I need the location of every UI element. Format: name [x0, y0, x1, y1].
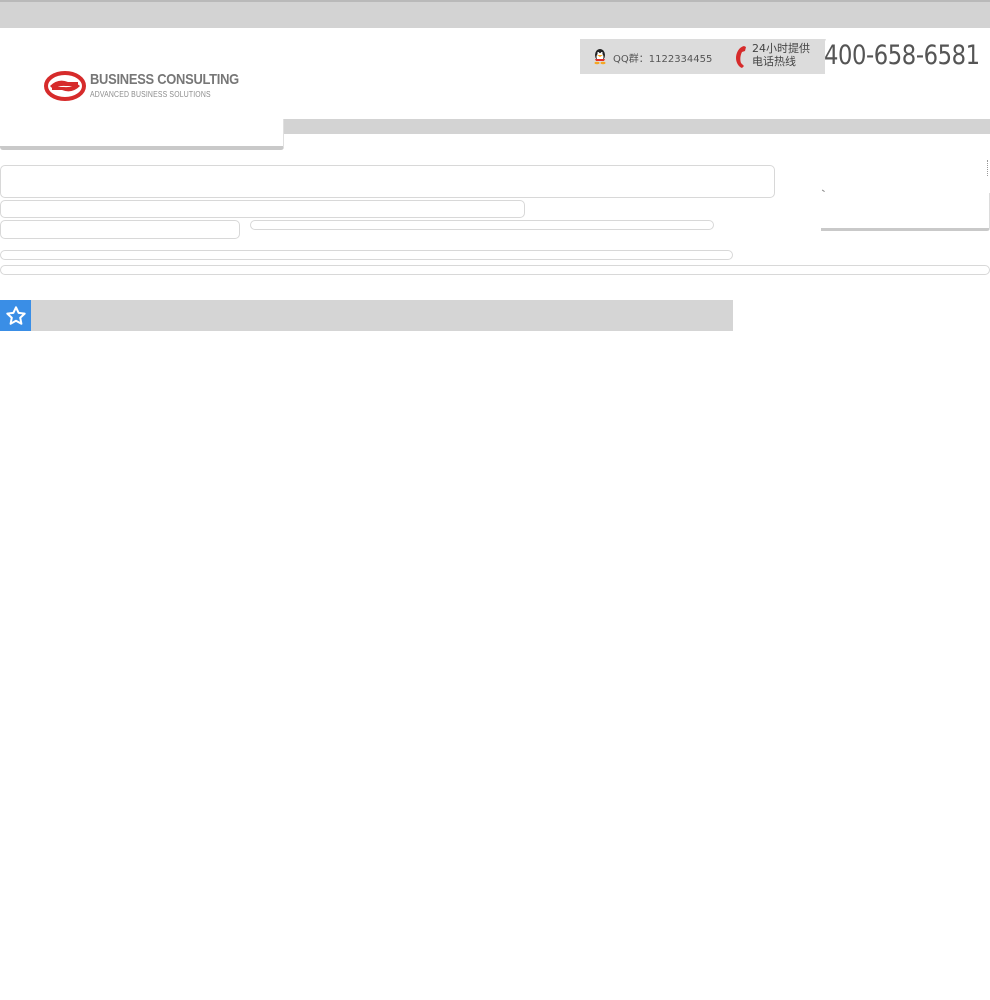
star-icon [5, 305, 26, 325]
hotline-text: 24小时提供 电话热线 [752, 42, 810, 68]
content-placeholder-line [0, 200, 525, 218]
content-placeholder-thin [250, 220, 714, 230]
qq-penguin-icon[interactable] [591, 47, 609, 65]
logo-title: BUSINESS CONSULTING [90, 71, 239, 88]
hotline-line1: 24小时提供 [752, 42, 810, 55]
content-placeholder-full [0, 265, 990, 275]
side-panel [821, 193, 990, 231]
hotline-line2: 电话热线 [752, 55, 796, 68]
favorite-button[interactable] [0, 300, 31, 331]
content-placeholder-main [0, 165, 775, 198]
top-strip [0, 0, 990, 28]
phone-number[interactable]: 400-658-6581 [824, 40, 980, 71]
site-logo[interactable]: BUSINESS CONSULTING ADVANCED BUSINESS SO… [44, 70, 239, 102]
nav-bar [284, 119, 990, 134]
content-placeholder-wide [0, 250, 733, 260]
nav-tab-active[interactable] [0, 119, 284, 150]
qq-group-label[interactable]: QQ群：1122334455 [613, 50, 712, 65]
content-placeholder-short [0, 220, 240, 239]
section-header-bar [0, 300, 733, 331]
phone-handset-icon [736, 46, 746, 68]
logo-subtitle: ADVANCED BUSINESS SOLUTIONS [90, 90, 211, 99]
logo-mark-icon [44, 71, 86, 101]
contact-banner: QQ群：1122334455 24小时提供 电话热线 400-658-6581 [580, 39, 990, 74]
